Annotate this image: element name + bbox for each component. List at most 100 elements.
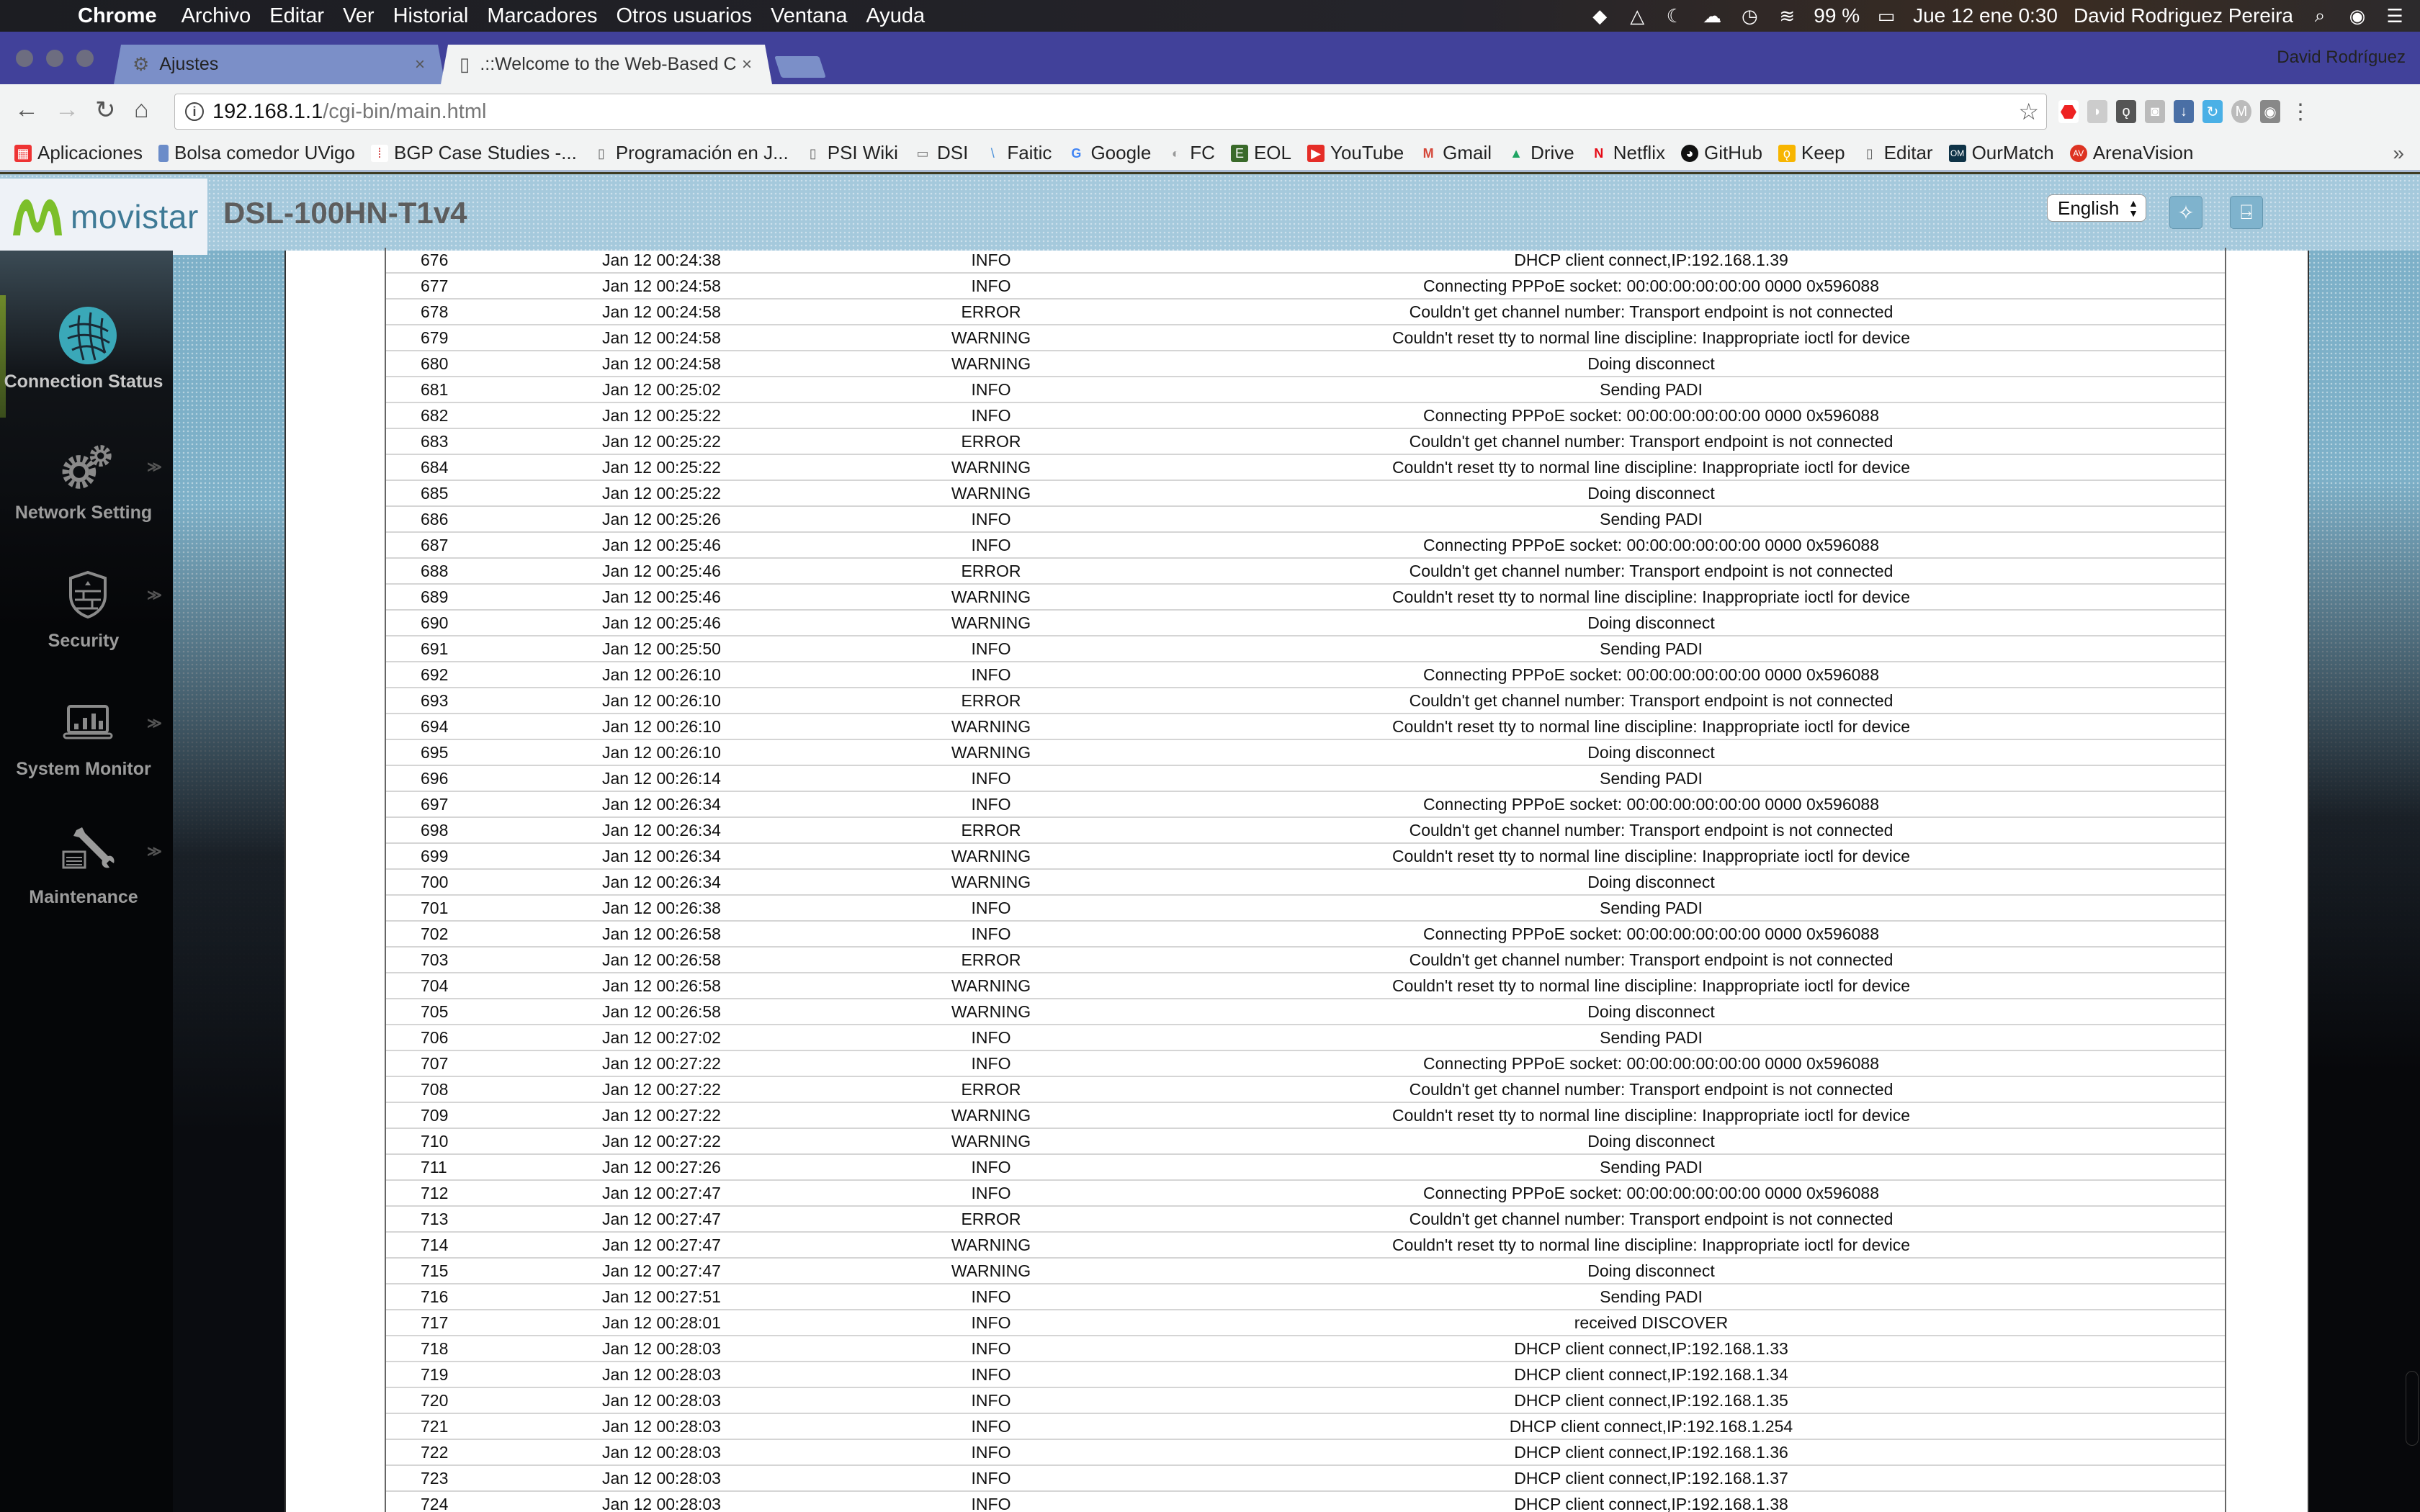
- ghostery-extension-icon[interactable]: ◗: [2087, 100, 2107, 123]
- time-machine-icon[interactable]: ◷: [1739, 5, 1760, 27]
- menu-ayuda[interactable]: Ayuda: [866, 4, 925, 28]
- google-drive-status-icon[interactable]: △: [1626, 5, 1648, 27]
- bookmark-youtube[interactable]: ▶ YouTube: [1307, 142, 1404, 164]
- bookmark-eol[interactable]: E EOL: [1230, 142, 1291, 164]
- log-row: 703 Jan 12 00:26:58 ERROR Couldn't get chan…: [386, 948, 2225, 973]
- status-tag-icon[interactable]: ◆: [1589, 5, 1610, 27]
- window-zoom-button[interactable]: [76, 50, 94, 67]
- bookmark-fc[interactable]: ◐ FC: [1167, 142, 1215, 164]
- bookmark-keep[interactable]: ǫ Keep: [1778, 142, 1845, 164]
- sidebar-item-security[interactable]: ≫ Security: [0, 564, 173, 680]
- keep-icon: ǫ: [1778, 144, 1796, 162]
- tab-ajustes[interactable]: ⚙ Ajustes ×: [114, 45, 445, 84]
- menubar-user[interactable]: David Rodriguez Pereira: [2074, 4, 2293, 27]
- tab-label: Ajustes: [159, 54, 219, 74]
- menu-otros-usuarios[interactable]: Otros usuarios: [616, 4, 752, 28]
- eye-extension-icon[interactable]: ◉: [2260, 100, 2280, 123]
- menu-historial[interactable]: Historial: [393, 4, 469, 28]
- log-message: received DISCOVER: [1574, 1313, 1729, 1332]
- forward-arrow-icon[interactable]: →: [55, 96, 79, 124]
- sync-extension-icon[interactable]: ↻: [2202, 100, 2223, 123]
- back-arrow-icon[interactable]: ←: [14, 96, 39, 124]
- menu-ventana[interactable]: Ventana: [771, 4, 847, 28]
- log-message: Sending PADI: [1600, 379, 1703, 399]
- log-level: INFO: [971, 924, 1011, 943]
- spotlight-search-icon[interactable]: ⌕: [2309, 4, 2331, 27]
- profile-name[interactable]: David Rodríguez: [2277, 48, 2406, 68]
- chrome-menu-icon[interactable]: ⋮: [2290, 100, 2311, 124]
- language-select[interactable]: English ▲ ▼: [2047, 194, 2146, 222]
- mercury-extension-icon[interactable]: M: [2231, 100, 2251, 123]
- log-message: Connecting PPPoE socket: 00:00:00:00:00:…: [1423, 276, 1879, 295]
- log-time: Jan 12 00:25:26: [602, 509, 721, 528]
- reload-icon[interactable]: ↻: [95, 96, 116, 125]
- log-row: 678 Jan 12 00:24:58 ERROR Couldn't get chan…: [386, 300, 2225, 325]
- bookmark-bolsa-comedor[interactable]: Bolsa comedor UVigo: [158, 142, 355, 164]
- menu-ver[interactable]: Ver: [343, 4, 375, 28]
- bookmark-ourmatch[interactable]: OM OurMatch: [1948, 142, 2054, 164]
- log-id: 721: [421, 1416, 449, 1436]
- wifi-icon[interactable]: ≋: [1776, 5, 1798, 27]
- log-id: 705: [421, 1002, 449, 1021]
- sidebar-item-connection-status[interactable]: Connection Status: [0, 305, 173, 420]
- log-id: 717: [421, 1313, 449, 1332]
- logout-button[interactable]: ⍈: [2230, 196, 2263, 229]
- menu-marcadores[interactable]: Marcadores: [487, 4, 597, 28]
- menu-archivo[interactable]: Archivo: [182, 4, 251, 28]
- home-icon[interactable]: ⌂: [134, 96, 149, 124]
- log-time: Jan 12 00:27:22: [602, 1105, 721, 1125]
- lightbulb-extension-icon[interactable]: ǫ: [2116, 100, 2136, 123]
- bookmark-aplicaciones[interactable]: ▦ Aplicaciones: [14, 142, 143, 164]
- camera-extension-icon[interactable]: ◙: [2145, 100, 2165, 123]
- log-time: Jan 12 00:27:22: [602, 1079, 721, 1099]
- log-time: Jan 12 00:27:47: [602, 1183, 721, 1202]
- battery-icon[interactable]: ▭: [1876, 5, 1897, 27]
- window-close-button[interactable]: [16, 50, 33, 67]
- tab-router-welcome[interactable]: ▯ .::Welcome to the Web-Based C ×: [441, 45, 772, 84]
- menubar-datetime[interactable]: Jue 12 ene 0:30: [1913, 4, 2058, 27]
- bookmark-drive[interactable]: ▲ Drive: [1507, 142, 1574, 164]
- bookmark-bgp-case-studies[interactable]: ⁞ BGP Case Studies -...: [370, 142, 577, 164]
- apps-grid-icon: ▦: [14, 144, 32, 162]
- menu-editar[interactable]: Editar: [269, 4, 324, 28]
- notification-center-icon[interactable]: ☰: [2384, 5, 2406, 27]
- download-extension-icon[interactable]: ↓: [2174, 100, 2194, 123]
- log-time: Jan 12 00:27:47: [602, 1209, 721, 1228]
- page-scrollbar[interactable]: [2406, 1371, 2419, 1446]
- bookmark-editar[interactable]: ▯ Editar: [1861, 142, 1933, 164]
- close-icon[interactable]: ×: [742, 55, 752, 75]
- sidebar-item-system-monitor[interactable]: ≫ System Monitor: [0, 693, 173, 808]
- bookmark-dsi[interactable]: ▭ DSI: [914, 142, 968, 164]
- setup-wizard-button[interactable]: ✧: [2169, 196, 2202, 229]
- moon-status-icon[interactable]: ☾: [1664, 5, 1685, 27]
- new-tab-button[interactable]: [774, 56, 826, 78]
- bookmark-faitic[interactable]: \ Faitic: [984, 142, 1052, 164]
- cloud-status-icon[interactable]: ☁: [1701, 5, 1723, 27]
- bookmark-gmail[interactable]: M Gmail: [1420, 142, 1492, 164]
- bookmark-netflix[interactable]: N Netflix: [1590, 142, 1665, 164]
- opera-vpn-extension-icon[interactable]: ⬣: [2058, 100, 2079, 123]
- log-id: 693: [421, 690, 449, 710]
- bookmark-github[interactable]: ◕ GitHub: [1680, 142, 1762, 164]
- sidebar-item-maintenance[interactable]: ≫ Maintenance: [0, 821, 173, 936]
- log-row: 686 Jan 12 00:25:26 INFO Sending PADI: [386, 507, 2225, 533]
- log-message: Couldn't reset tty to normal line discip…: [1392, 846, 1911, 865]
- bookmark-arenavision[interactable]: AV ArenaVision: [2069, 142, 2193, 164]
- bookmark-psi-wiki[interactable]: ▯ PSI Wiki: [805, 142, 898, 164]
- close-icon[interactable]: ×: [415, 55, 425, 75]
- sidebar-item-network-setting[interactable]: ≫ Network Setting: [0, 436, 173, 552]
- address-bar[interactable]: i 192.168.1.1/cgi-bin/main.html ☆: [174, 94, 2047, 130]
- log-time: Jan 12 00:25:50: [602, 639, 721, 658]
- site-info-icon[interactable]: i: [185, 102, 204, 121]
- page-icon: ▯: [597, 145, 605, 161]
- bookmark-programacion[interactable]: ▯ Programación en J...: [593, 142, 789, 164]
- bookmark-star-icon[interactable]: ☆: [2018, 98, 2039, 125]
- log-time: Jan 12 00:26:58: [602, 924, 721, 943]
- siri-icon[interactable]: ◉: [2347, 5, 2368, 27]
- window-minimize-button[interactable]: [46, 50, 63, 67]
- bookmark-google[interactable]: G Google: [1067, 142, 1151, 164]
- log-level: INFO: [971, 379, 1011, 399]
- menu-app-chrome[interactable]: Chrome: [78, 4, 157, 28]
- more-bookmarks-chevron-icon[interactable]: »: [2393, 142, 2404, 165]
- log-message: Couldn't reset tty to normal line discip…: [1392, 328, 1911, 347]
